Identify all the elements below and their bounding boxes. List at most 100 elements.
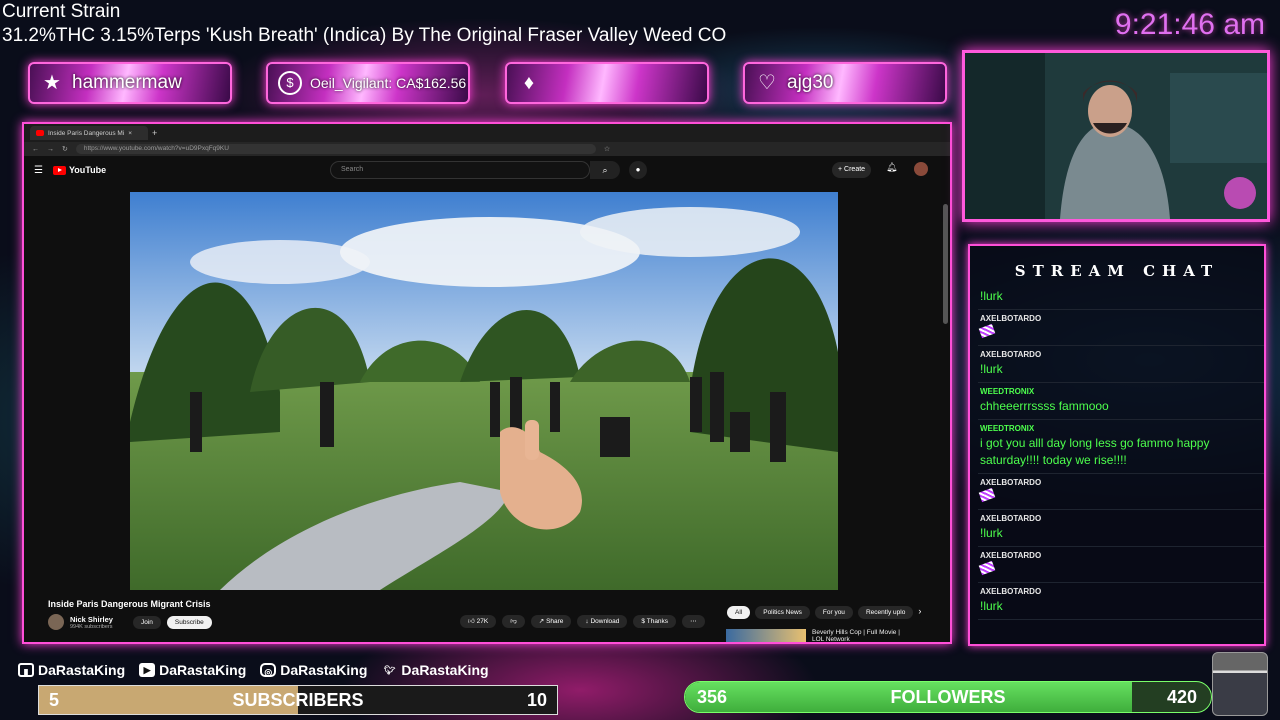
subscriber-current: 5 [49, 689, 60, 710]
instagram-icon: ◎ [260, 663, 277, 677]
channel-subscribers: 994K subscribers [70, 623, 113, 630]
twitch-icon: ▮ [18, 663, 34, 677]
create-button[interactable]: + Create [832, 162, 872, 178]
message-user: AXELBOTARDO [980, 478, 1042, 487]
url-field[interactable]: https://www.youtube.com/watch?v=uD9PxqFq… [75, 144, 596, 154]
channel-info: Nick Shirley 994K subscribers Join Subsc… [48, 614, 212, 630]
alert-text: hammermaw [72, 72, 182, 93]
webcam-image [965, 53, 1267, 219]
youtube-icon: ▶ [139, 663, 156, 677]
dislike-button[interactable]: 👎︎ [502, 615, 525, 628]
message-user: AXELBOTARDO [980, 551, 1042, 560]
chat-message: AXELBOTARDO [978, 474, 1264, 510]
webcam-feed [962, 50, 1270, 222]
social-youtube: ▶ DaRastaKing [139, 662, 246, 678]
message-user: WEEDTRONIX [980, 387, 1035, 396]
download-button[interactable]: ↓ Download [577, 615, 628, 628]
tab-title: Inside Paris Dangerous Mi [48, 129, 125, 137]
youtube-logo[interactable]: YouTube [52, 165, 107, 175]
chat-message: WEEDTRONIX i got you alll day long less g… [978, 420, 1264, 474]
recommended-video[interactable]: Beverly Hills Cop | Full Movie | LOL Net… [726, 629, 912, 642]
reload-icon[interactable]: ↻ [62, 145, 68, 153]
mic-icon[interactable]: ● [629, 161, 647, 179]
chat-message: AXELBOTARDO !lurk [978, 510, 1264, 547]
message-text: !lurk [980, 289, 1003, 303]
more-icon[interactable]: ⋯ [682, 615, 705, 628]
stream-chat: STREAM CHAT !lurk AXELBOTARDO AXELBOTARD… [968, 244, 1266, 646]
video-player[interactable] [130, 192, 838, 590]
message-text: chheeerrrssss fammooo [980, 399, 1109, 413]
filter-chip[interactable]: All [727, 606, 751, 619]
social-twitch: ▮ DaRastaKing [18, 662, 125, 678]
scrollbar[interactable] [943, 204, 948, 324]
new-tab-icon[interactable]: + [152, 128, 157, 138]
filter-chip[interactable]: For you [814, 606, 853, 619]
thumbs-up-icon: 👍︎ [468, 618, 475, 625]
subscriber-goal: 10 [526, 689, 547, 710]
social-twitter: 🐦︎ DaRastaKing [381, 662, 489, 678]
chat-message: WEEDTRONIX chheeerrrssss fammooo [978, 383, 1264, 420]
clock: 9:21:46 am [1114, 8, 1265, 41]
join-button[interactable]: Join [132, 615, 161, 629]
bookmark-icon[interactable]: ☆ [604, 145, 610, 153]
back-icon[interactable]: ← [32, 146, 39, 153]
tip-jar-icon [1212, 652, 1268, 716]
youtube-logo-text: YouTube [68, 165, 107, 175]
channel-avatar[interactable] [48, 614, 64, 630]
chat-message: AXELBOTARDO [978, 310, 1264, 346]
address-bar: ← → ↻ https://www.youtube.com/watch?v=uD… [24, 142, 950, 156]
like-button[interactable]: 👍︎ 27K [460, 615, 497, 628]
heart-icon: ♡ [758, 72, 776, 94]
bell-icon[interactable]: 🔔︎ [886, 162, 897, 173]
recommendation-filters: All Politics News For you Recently uplo … [727, 606, 921, 619]
instagram-handle: DaRastaKing [280, 662, 368, 678]
message-text: i got you alll day long less go fammo ha… [980, 436, 1210, 467]
youtube-logo-icon [52, 165, 66, 175]
subscribe-button[interactable]: Subscribe [166, 615, 212, 629]
chat-message: AXELBOTARDO [978, 547, 1264, 583]
message-user: AXELBOTARDO [980, 314, 1042, 323]
video-actions: 👍︎ 27K 👎︎ ↗ Share ↓ Download $ Thanks ⋯ [460, 615, 705, 628]
message-user: WEEDTRONIX [980, 424, 1035, 433]
follower-goal-bar: 356 FOLLOWERS 420 [684, 681, 1212, 713]
subscriber-goal-bar: 5 SUBSCRIBERS 10 [38, 685, 558, 715]
like-count: 27K [476, 618, 489, 625]
channel-name[interactable]: Nick Shirley [70, 615, 113, 624]
chevron-right-icon[interactable]: › [918, 606, 921, 619]
share-icon: ↗ [538, 618, 545, 625]
search-input[interactable]: Search [330, 161, 590, 179]
share-label: Share [546, 618, 564, 625]
menu-icon[interactable]: ☰ [34, 165, 43, 176]
alert-text: ajg30 [787, 72, 834, 93]
youtube-handle: DaRastaKing [159, 662, 247, 678]
video-title: Inside Paris Dangerous Migrant Crisis [48, 599, 211, 609]
forward-icon[interactable]: → [47, 146, 54, 153]
avatar[interactable] [914, 162, 928, 176]
strain-description: 31.2%THC 3.15%Terps 'Kush Breath' (Indic… [2, 25, 727, 46]
filter-chip[interactable]: Recently uplo [857, 606, 914, 619]
recommended-thumbnail[interactable] [726, 629, 806, 642]
twitter-handle: DaRastaKing [401, 662, 489, 678]
close-tab-icon[interactable]: × [128, 130, 132, 137]
emote-icon [978, 487, 996, 503]
chat-title: STREAM CHAT [1014, 262, 1220, 280]
subscriber-progress-fill [39, 686, 298, 714]
twitch-handle: DaRastaKing [38, 662, 126, 678]
tab-youtube[interactable]: Inside Paris Dangerous Mi × [30, 126, 148, 140]
chat-messages: !lurk AXELBOTARDO AXELBOTARDO !lurk WEEDT… [978, 282, 1264, 620]
recommended-title[interactable]: Beverly Hills Cop | Full Movie | LOL Net… [812, 629, 912, 642]
star-icon: ★ [43, 72, 61, 94]
alert-text: Oeil_Vigilant: CA$162.56 [310, 75, 467, 91]
emote-icon [978, 323, 996, 339]
message-user: AXELBOTARDO [980, 514, 1042, 523]
follower-progress-fill [685, 682, 1133, 712]
alert-banner-donation: $ Oeil_Vigilant: CA$162.56 [266, 62, 470, 104]
tab-bar: Inside Paris Dangerous Mi × + [24, 124, 950, 142]
filter-chip[interactable]: Politics News [755, 606, 810, 619]
search-icon[interactable]: ⌕ [590, 161, 620, 179]
share-button[interactable]: ↗ Share [530, 615, 572, 628]
dollar-icon: $ [278, 71, 302, 95]
thanks-button[interactable]: $ Thanks [633, 615, 677, 628]
browser-window: Inside Paris Dangerous Mi × + ← → ↻ http… [22, 122, 952, 644]
strain-title: Current Strain [2, 1, 121, 22]
